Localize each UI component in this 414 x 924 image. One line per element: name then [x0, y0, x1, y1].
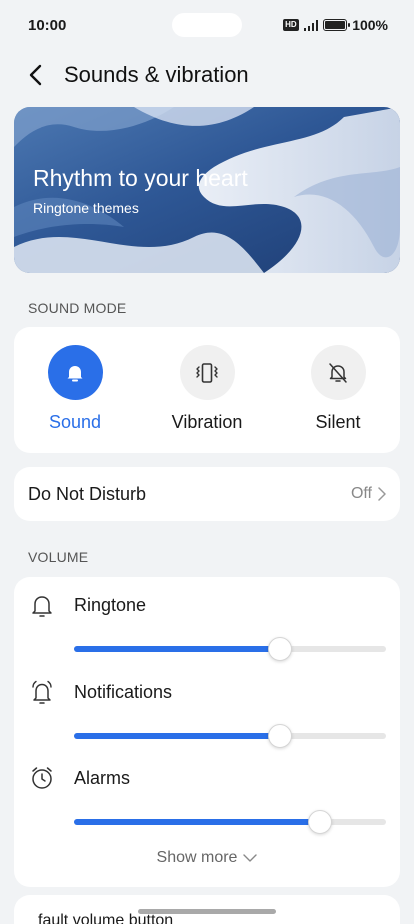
- sound-mode-sound-circle: [47, 345, 103, 400]
- back-arrow-icon[interactable]: [28, 63, 48, 87]
- chevron-down-icon: [243, 854, 258, 862]
- sound-mode-silent-label: Silent: [315, 412, 361, 432]
- vibration-icon: [196, 362, 218, 383]
- battery-icon: [323, 19, 351, 31]
- status-time: 10:00: [28, 16, 67, 34]
- bell-icon: [32, 596, 52, 617]
- sound-mode-vibration[interactable]: Vibration: [152, 345, 262, 433]
- notification-bell-icon: [32, 680, 52, 704]
- sound-mode-silent[interactable]: Silent: [283, 345, 393, 433]
- bell-off-icon: [329, 362, 347, 383]
- ringtone-volume-slider[interactable]: [74, 637, 386, 661]
- notifications-volume-thumb[interactable]: [267, 724, 292, 748]
- volume-label-alarms: Alarms: [74, 768, 131, 788]
- sound-mode-vibration-label: Vibration: [171, 412, 243, 432]
- page-title: Sounds & vibration: [64, 62, 249, 87]
- hd-badge: HD: [283, 19, 299, 31]
- ringtone-themes-banner[interactable]: Rhythm to your heart Ringtone themes: [14, 107, 400, 273]
- banner-title: Rhythm to your heart: [33, 165, 248, 191]
- alarms-volume-slider[interactable]: [74, 810, 386, 834]
- sound-mode-silent-circle: [310, 345, 366, 400]
- do-not-disturb-label: Do Not Disturb: [28, 483, 147, 504]
- ringtone-volume-thumb[interactable]: [267, 637, 292, 661]
- home-indicator[interactable]: [138, 909, 276, 914]
- chevron-right-icon: [378, 487, 386, 501]
- volume-label-notifications: Notifications: [74, 682, 173, 702]
- volume-row-notifications: Notifications: [14, 679, 400, 759]
- sound-mode-card: Sound Vibration Silent: [14, 327, 400, 453]
- show-more-button[interactable]: Show more: [14, 849, 400, 867]
- status-icons: HD 100%: [283, 17, 388, 33]
- battery-percent: 100%: [352, 17, 388, 33]
- signal-icon: [303, 19, 319, 31]
- show-more-label: Show more: [156, 849, 238, 866]
- volume-row-ringtone: Ringtone: [14, 592, 400, 672]
- sound-mode-vibration-circle: [179, 345, 235, 400]
- banner-subtitle: Ringtone themes: [33, 200, 139, 216]
- do-not-disturb-value: Off: [350, 485, 372, 502]
- volume-section-label: VOLUME: [28, 549, 89, 565]
- sound-mode-sound-label: Sound: [48, 412, 102, 432]
- volume-card: Ringtone Notifications Alarms Show more: [14, 577, 400, 887]
- volume-row-alarms: Alarms: [14, 765, 400, 845]
- notifications-volume-slider[interactable]: [74, 724, 386, 748]
- sound-mode-section-label: SOUND MODE: [28, 300, 127, 316]
- sound-mode-sound[interactable]: Sound: [20, 345, 130, 433]
- bell-icon: [67, 365, 83, 381]
- camera-cutout: [172, 13, 242, 37]
- do-not-disturb-row[interactable]: Do Not Disturb Off: [14, 467, 400, 521]
- volume-label-ringtone: Ringtone: [74, 595, 147, 615]
- page-header: Sounds & vibration: [28, 58, 249, 92]
- alarms-volume-thumb[interactable]: [308, 810, 333, 834]
- alarm-clock-icon: [32, 767, 52, 789]
